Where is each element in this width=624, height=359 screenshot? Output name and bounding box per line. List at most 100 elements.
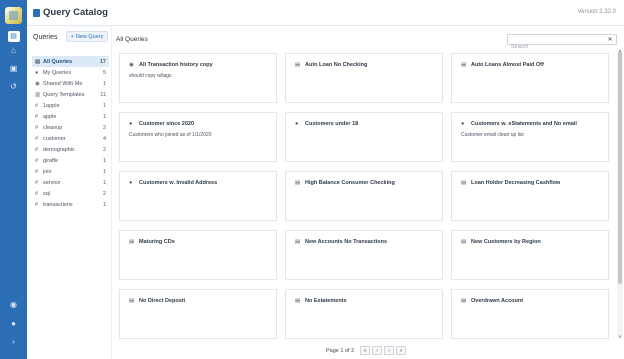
sidebar-item-count: 11 xyxy=(100,91,106,98)
hash-icon: # xyxy=(35,102,39,109)
query-card[interactable]: ▤ New Accounts No Transactions xyxy=(285,230,443,280)
query-card-title: No Direct Deposit xyxy=(139,298,186,304)
query-card[interactable]: ● Customer since 2020 Customers who joine… xyxy=(119,112,277,162)
query-card[interactable]: ▤ Overdrawn Account xyxy=(451,289,609,339)
query-card[interactable]: ● Customers w. Invalid Address xyxy=(119,171,277,221)
query-card-description: Customer email clean up list xyxy=(461,132,524,138)
version-label: Version 2.32.0 xyxy=(577,9,616,15)
query-card-title: No Estatements xyxy=(305,298,347,304)
table-icon: ▤ xyxy=(295,180,301,186)
sidebar-item-count: 1 xyxy=(102,157,106,164)
query-card[interactable]: ▤ No Estatements xyxy=(285,289,443,339)
sidebar-item-tag-customer[interactable]: # customer 4 xyxy=(32,133,109,144)
new-query-button[interactable]: + New Query xyxy=(66,31,108,42)
table-icon: ▤ xyxy=(295,239,301,245)
sidebar-item-my-queries[interactable]: ● My Queries 5 xyxy=(32,67,109,78)
search-input[interactable] xyxy=(508,42,604,52)
sidebar-item-count: 2 xyxy=(102,190,106,197)
sidebar-item-count: 1 xyxy=(102,113,106,120)
query-card-title: New Accounts No Transactions xyxy=(305,239,388,245)
query-card-title: Loan Holder Decreasing Cashflow xyxy=(471,180,561,186)
sidebar-item-label: Query Templates xyxy=(43,91,85,98)
bell-icon[interactable]: ◉ xyxy=(0,298,27,312)
template-icon: ▥ xyxy=(35,91,41,98)
notebook-icon[interactable]: ▣ xyxy=(0,62,27,76)
scrollbar-thumb[interactable] xyxy=(618,52,622,284)
sidebar-item-tag-demographic[interactable]: # demographic 2 xyxy=(32,144,109,155)
sidebar-item-tag-cleanup[interactable]: # cleanup 2 xyxy=(32,122,109,133)
hash-icon: # xyxy=(35,113,39,120)
sidebar-item-count: 5 xyxy=(102,69,106,76)
home-icon[interactable]: ⌂ xyxy=(0,44,27,58)
catalog-icon[interactable]: ▤ xyxy=(0,29,27,43)
sidebar-item-count: 1 xyxy=(102,201,106,208)
plus-icon: + xyxy=(70,33,74,40)
sidebar-title: Queries xyxy=(33,34,58,41)
query-card-title: Maturing CDs xyxy=(139,239,175,245)
query-card-title: All Transaction history copy xyxy=(139,62,213,68)
sidebar-item-label: service xyxy=(43,179,61,186)
query-card[interactable]: ▤ No Direct Deposit xyxy=(119,289,277,339)
query-card-title: Auto Loan No Checking xyxy=(305,62,368,68)
query-card-description: Customers who joined as of 1/1/2020 xyxy=(129,132,212,138)
sidebar-item-all-queries[interactable]: ▤ All Queries 17 xyxy=(32,56,109,67)
table-icon: ▤ xyxy=(129,239,135,245)
sidebar-item-tag-giraffe[interactable]: # giraffe 1 xyxy=(32,155,109,166)
hash-icon: # xyxy=(35,179,39,186)
hash-icon: # xyxy=(35,201,39,208)
user-icon: ● xyxy=(461,121,465,127)
hash-icon: # xyxy=(35,146,39,153)
query-card-description: should copy w/tags xyxy=(129,73,172,79)
history-icon[interactable]: ↺ xyxy=(0,80,27,94)
user-icon: ● xyxy=(35,69,39,76)
query-card[interactable]: ● Customers w. eStatements and No email C… xyxy=(451,112,609,162)
query-card[interactable]: ◉ All Transaction history copy should cop… xyxy=(119,53,277,103)
query-card[interactable]: ▤ Loan Holder Decreasing Cashflow xyxy=(451,171,609,221)
sidebar-item-label: transactions xyxy=(43,201,73,208)
scroll-down-icon[interactable]: ▼ xyxy=(617,334,623,339)
query-card[interactable]: ▤ High Balance Consumer Checking xyxy=(285,171,443,221)
sidebar-item-label: giraffe xyxy=(43,157,59,164)
sidebar-item-tag-sql[interactable]: # sql 2 xyxy=(32,188,109,199)
sidebar-item-count: 2 xyxy=(102,146,106,153)
shared-icon: ◉ xyxy=(129,62,134,68)
close-icon[interactable]: ✕ xyxy=(606,35,614,44)
sidebar-item-tag-service[interactable]: # service 1 xyxy=(32,177,109,188)
sidebar-item-tag-join[interactable]: # join 1 xyxy=(32,166,109,177)
last-page-button[interactable]: » xyxy=(396,346,407,355)
table-icon: ▤ xyxy=(461,298,467,304)
user-icon[interactable]: ● xyxy=(0,317,27,331)
sidebar-item-tag-1apple[interactable]: #1apple 1 xyxy=(32,100,109,111)
new-query-label: New Query xyxy=(75,33,104,40)
query-card-title: Customers under 18 xyxy=(305,121,359,127)
sidebar-item-tag-transactions[interactable]: # transactions 1 xyxy=(32,199,109,210)
query-card[interactable]: ▤ Auto Loans Almost Paid Off xyxy=(451,53,609,103)
query-card[interactable]: ▤ Auto Loan No Checking xyxy=(285,53,443,103)
page-indicator: Page 1 of 2 xyxy=(326,347,355,354)
expand-icon[interactable]: › xyxy=(0,335,27,349)
app-logo[interactable] xyxy=(5,7,22,24)
sidebar-item-label: customer xyxy=(43,135,66,142)
sidebar-item-label: sql xyxy=(43,190,51,197)
user-icon: ● xyxy=(129,121,133,127)
sidebar-item-label: cleanup xyxy=(43,124,63,131)
query-card[interactable]: ▤ New Customers by Region xyxy=(451,230,609,280)
sidebar-item-count: 1 xyxy=(102,168,106,175)
page-title: Query Catalog xyxy=(43,7,108,18)
table-icon: ▤ xyxy=(129,298,135,304)
hash-icon: # xyxy=(35,157,39,164)
table-icon: ▤ xyxy=(461,62,467,68)
query-card[interactable]: ▤ Maturing CDs xyxy=(119,230,277,280)
next-page-button[interactable]: › xyxy=(384,346,395,355)
prev-page-button[interactable]: ‹ xyxy=(372,346,383,355)
query-card[interactable]: ● Customers under 18 xyxy=(285,112,443,162)
hash-icon: # xyxy=(35,190,39,197)
first-page-button[interactable]: « xyxy=(360,346,371,355)
sidebar-item-shared-with-me[interactable]: ◉ Shared With Me 1 xyxy=(32,78,109,89)
sidebar-item-tag-apple[interactable]: # apple 1 xyxy=(32,111,109,122)
sidebar-item-query-templates[interactable]: ▥ Query Templates 11 xyxy=(32,89,109,100)
query-card-title: Customers w. Invalid Address xyxy=(139,180,218,186)
query-card-title: Customers w. eStatements and No email xyxy=(471,121,577,127)
sidebar-item-label: 1apple xyxy=(43,102,60,109)
sidebar-item-count: 17 xyxy=(99,58,106,65)
